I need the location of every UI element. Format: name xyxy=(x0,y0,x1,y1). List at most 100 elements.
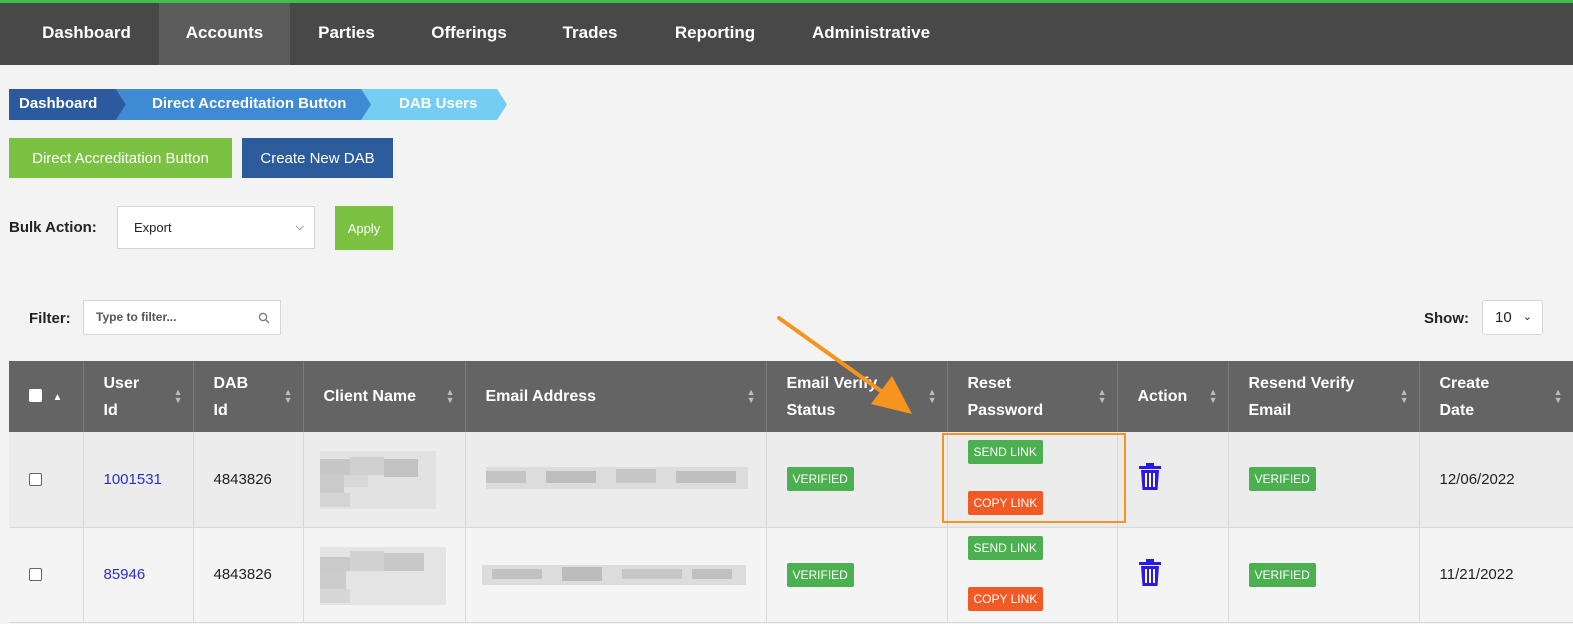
send-link-wrap: SEND LINK xyxy=(967,440,1043,464)
client-name-cell xyxy=(303,432,466,528)
create-date-cell: 12/06/2022 xyxy=(1419,432,1573,528)
users-table: ▲ User Id ▲ ▼ DAB Id ▲ ▼ Client Name ▲ ▼ Email… xyxy=(9,361,1573,623)
col-action[interactable]: Action ▲ ▼ xyxy=(1117,361,1229,432)
col-resend-verify-email[interactable]: Resend Verify Email ▲ ▼ xyxy=(1228,361,1420,432)
nav-accounts[interactable]: Accounts xyxy=(159,3,290,65)
nav-dashboard[interactable]: Dashboard xyxy=(14,3,159,65)
apply-button[interactable]: Apply xyxy=(335,206,393,250)
breadcrumb-direct-accreditation[interactable]: Direct Accreditation Button xyxy=(152,89,346,120)
dab-id-cell: 4843826 xyxy=(193,527,304,623)
table-row: 1001531 4843826 VERIFIED SEND LINK COPY … xyxy=(9,432,1573,528)
col-user-id-label: User Id xyxy=(103,374,140,419)
breadcrumb-dashboard[interactable]: Dashboard xyxy=(19,89,97,120)
copy-link-button[interactable]: COPY LINK xyxy=(967,586,1044,611)
col-email-verify-status[interactable]: Email Verify Status ▲ ▼ xyxy=(766,361,948,432)
copy-link-wrap: COPY LINK xyxy=(967,491,1044,515)
sort-icon: ▲ ▼ xyxy=(1208,387,1218,405)
user-id-link[interactable]: 85946 xyxy=(104,566,146,583)
breadcrumb: Dashboard Direct Accreditation Button DA… xyxy=(9,89,509,120)
resend-verified-badge[interactable]: VERIFIED xyxy=(1248,562,1316,587)
resend-verify-cell: VERIFIED xyxy=(1228,527,1420,623)
col-action-label: Action xyxy=(1137,388,1188,405)
col-reset-password[interactable]: Reset Password ▲ ▼ xyxy=(947,361,1118,432)
col-user-id[interactable]: User Id ▲ ▼ xyxy=(83,361,194,432)
sort-icon: ▲ ▼ xyxy=(173,387,183,405)
nav-administrative[interactable]: Administrative xyxy=(785,3,957,65)
action-cell xyxy=(1117,432,1229,528)
reset-password-cell: SEND LINK COPY LINK xyxy=(947,432,1118,528)
send-link-wrap: SEND LINK xyxy=(967,535,1043,560)
sort-icon: ▲ ▼ xyxy=(1399,387,1409,405)
bulk-action-value: Export xyxy=(134,220,172,235)
action-cell xyxy=(1117,527,1229,623)
trash-icon[interactable] xyxy=(1138,558,1162,587)
user-id-cell: 85946 xyxy=(83,527,194,623)
create-new-dab-button[interactable]: Create New DAB xyxy=(242,138,393,178)
table-header-row: ▲ User Id ▲ ▼ DAB Id ▲ ▼ Client Name ▲ ▼ Email… xyxy=(9,361,1573,432)
create-date-cell: 11/21/2022 xyxy=(1419,527,1573,623)
dab-id-cell: 4843826 xyxy=(193,432,304,528)
col-client-name[interactable]: Client Name ▲ ▼ xyxy=(303,361,466,432)
row-select-cell xyxy=(9,432,84,528)
resend-verify-cell: VERIFIED xyxy=(1228,432,1420,528)
page-size-select[interactable]: 10 ⌄ xyxy=(1482,300,1543,335)
copy-link-wrap: COPY LINK xyxy=(967,586,1044,611)
trash-icon[interactable] xyxy=(1138,463,1162,491)
nav-reporting[interactable]: Reporting xyxy=(645,3,785,65)
col-client-name-label: Client Name xyxy=(323,388,416,405)
email-verify-cell: VERIFIED xyxy=(766,527,948,623)
user-id-cell: 1001531 xyxy=(83,432,194,528)
nav-parties[interactable]: Parties xyxy=(290,3,403,65)
client-name-cell xyxy=(303,527,466,623)
row-checkbox[interactable] xyxy=(29,472,42,486)
sort-icon: ▲ ▼ xyxy=(1097,387,1107,405)
redacted-email xyxy=(481,564,746,585)
col-email-verify-label: Email Verify Status xyxy=(786,374,878,419)
col-dab-id[interactable]: DAB Id ▲ ▼ xyxy=(193,361,304,432)
bulk-action-select[interactable]: Export ⌵ xyxy=(117,206,315,249)
col-email-address-label: Email Address xyxy=(485,388,597,405)
show-label: Show: xyxy=(1424,310,1469,327)
chevron-down-icon: ⌵ xyxy=(295,221,304,233)
col-create-date[interactable]: Create Date ▲ ▼ xyxy=(1419,361,1573,432)
sort-asc-icon[interactable]: ▲ xyxy=(52,392,62,403)
verified-badge: VERIFIED xyxy=(786,562,854,587)
row-checkbox[interactable] xyxy=(29,568,42,581)
col-create-date-label: Create Date xyxy=(1439,374,1490,419)
user-id-link[interactable]: 1001531 xyxy=(104,471,162,488)
chevron-down-icon: ⌄ xyxy=(1522,311,1532,323)
col-email-address[interactable]: Email Address ▲ ▼ xyxy=(465,361,767,432)
sort-icon: ▲ ▼ xyxy=(1553,387,1563,405)
redacted-client-name xyxy=(319,451,436,509)
sort-icon: ▲ ▼ xyxy=(445,387,455,405)
bulk-action-label: Bulk Action: xyxy=(9,219,97,236)
redacted-email xyxy=(485,467,748,489)
filter-placeholder: Type to filter... xyxy=(96,310,177,324)
col-dab-id-label: DAB Id xyxy=(213,374,249,419)
table-row: 85946 4843826 VERIFIED SEND LINK COPY LI… xyxy=(9,527,1573,623)
sort-icon: ▲ ▼ xyxy=(283,387,293,405)
sort-icon: ▲ ▼ xyxy=(927,387,937,405)
page-size-value: 10 xyxy=(1495,309,1512,326)
resend-verified-badge[interactable]: VERIFIED xyxy=(1248,467,1316,492)
email-verify-cell: VERIFIED xyxy=(766,432,948,528)
send-link-button[interactable]: SEND LINK xyxy=(967,535,1043,560)
breadcrumb-dab-users: DAB Users xyxy=(399,95,478,112)
email-address-cell xyxy=(465,432,767,528)
sort-icon: ▲ ▼ xyxy=(746,387,756,405)
col-resend-verify-label: Resend Verify Email xyxy=(1248,374,1355,419)
email-address-cell xyxy=(465,527,767,623)
nav-trades[interactable]: Trades xyxy=(535,3,645,65)
nav-offerings[interactable]: Offerings xyxy=(403,3,535,65)
verified-badge: VERIFIED xyxy=(786,467,854,492)
select-all-header[interactable]: ▲ xyxy=(9,361,84,432)
copy-link-button[interactable]: COPY LINK xyxy=(967,491,1044,515)
row-select-cell xyxy=(9,527,84,623)
send-link-button[interactable]: SEND LINK xyxy=(967,440,1043,464)
col-reset-password-label: Reset Password xyxy=(967,374,1044,419)
select-all-checkbox[interactable] xyxy=(29,389,42,403)
direct-accreditation-button[interactable]: Direct Accreditation Button xyxy=(9,138,232,178)
search-icon xyxy=(258,301,270,334)
reset-password-cell: SEND LINK COPY LINK xyxy=(947,527,1118,623)
filter-input[interactable]: Type to filter... xyxy=(83,300,281,335)
